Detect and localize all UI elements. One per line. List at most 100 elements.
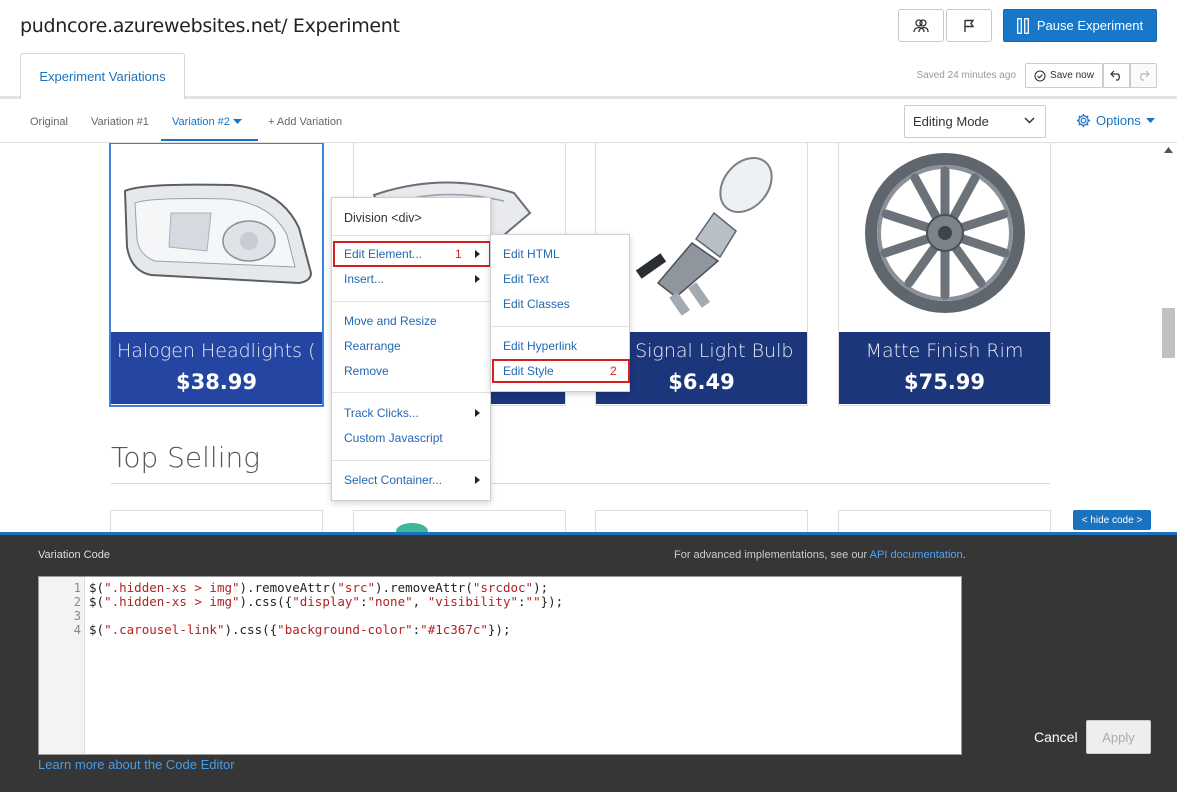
section-title: Top Selling bbox=[111, 441, 261, 474]
product-card[interactable]: Matte Finish Rim $75.99 bbox=[838, 143, 1051, 406]
line-number: 4 bbox=[73, 623, 81, 637]
page-title: pudncore.azurewebsites.net/ Experiment bbox=[20, 15, 400, 37]
saved-status: Saved 24 minutes ago bbox=[916, 70, 1016, 81]
hide-code-button[interactable]: < hide code > bbox=[1073, 510, 1151, 530]
tab-experiment-variations[interactable]: Experiment Variations bbox=[20, 53, 185, 99]
menu-item-insert[interactable]: Insert... bbox=[332, 269, 490, 289]
redo-button[interactable] bbox=[1130, 63, 1157, 88]
api-documentation-link[interactable]: API documentation bbox=[870, 549, 963, 561]
menu-item-track-clicks[interactable]: Track Clicks... bbox=[332, 403, 490, 423]
goals-button[interactable] bbox=[946, 9, 992, 42]
undo-button[interactable] bbox=[1103, 63, 1130, 88]
menu-divider bbox=[332, 460, 490, 461]
menu-item-label: Edit Classes bbox=[503, 297, 570, 311]
highlight-box bbox=[333, 241, 491, 267]
line-gutter: 1 2 3 4 bbox=[39, 577, 85, 754]
product-price: $75.99 bbox=[903, 370, 986, 394]
menu-item-label: Move and Resize bbox=[344, 314, 437, 328]
code-editor[interactable]: 1 2 3 4 $(".hidden-xs > img").removeAttr… bbox=[38, 576, 962, 755]
undo-icon bbox=[1110, 70, 1120, 81]
scroll-up-icon[interactable] bbox=[1164, 147, 1173, 153]
code-line: $(".hidden-xs > img").removeAttr("src").… bbox=[89, 580, 549, 595]
add-variation-link[interactable]: + Add Variation bbox=[268, 116, 342, 128]
variation-bar: Original Variation #1 Variation #2 + Add… bbox=[0, 99, 1177, 143]
product-label: Halogen Headlights (... $38.99 bbox=[111, 332, 322, 404]
advanced-suffix: . bbox=[962, 549, 966, 561]
menu-item-label: Edit Text bbox=[503, 272, 549, 286]
caret-down-icon bbox=[232, 119, 242, 125]
app-window: pudncore.azurewebsites.net/ Experiment P… bbox=[0, 0, 1177, 792]
learn-more-link[interactable]: Learn more about the Code Editor bbox=[38, 757, 235, 772]
menu-item-edit-text[interactable]: Edit Text bbox=[491, 269, 629, 289]
product-name: rn Signal Light Bulb bbox=[609, 340, 794, 362]
chevron-down-icon bbox=[1024, 117, 1035, 124]
submenu-arrow-icon bbox=[475, 476, 480, 484]
context-menu: Division <div> Edit Element... Insert...… bbox=[331, 197, 491, 501]
menu-item-remove[interactable]: Remove bbox=[332, 361, 490, 381]
advanced-note: For advanced implementations, see our AP… bbox=[674, 549, 966, 561]
code-line: $(".carousel-link").css({"background-col… bbox=[89, 622, 511, 637]
caret-down-icon bbox=[1145, 117, 1155, 123]
menu-item-select-container[interactable]: Select Container... bbox=[332, 470, 490, 490]
edit-element-submenu: Edit HTML Edit Text Edit Classes Edit Hy… bbox=[490, 234, 630, 392]
options-label: Options bbox=[1096, 113, 1141, 128]
variation-tab-2-label: Variation #2 bbox=[172, 116, 230, 128]
advanced-text: For advanced implementations, see our bbox=[674, 549, 868, 561]
menu-item-label: Edit HTML bbox=[503, 247, 560, 261]
pause-label: Pause Experiment bbox=[1036, 18, 1144, 33]
menu-item-label: Track Clicks... bbox=[344, 406, 419, 420]
menu-divider bbox=[332, 301, 490, 302]
product-price: $38.99 bbox=[175, 370, 258, 394]
menu-item-label: Rearrange bbox=[344, 339, 401, 353]
menu-divider bbox=[491, 326, 629, 327]
line-number: 1 bbox=[73, 581, 81, 595]
menu-item-custom-javascript[interactable]: Custom Javascript bbox=[332, 428, 490, 448]
menu-item-move-resize[interactable]: Move and Resize bbox=[332, 311, 490, 331]
code-line: $(".hidden-xs > img").css({"display":"no… bbox=[89, 594, 564, 609]
menu-item-label: Custom Javascript bbox=[344, 431, 443, 445]
redo-icon bbox=[1140, 70, 1150, 81]
mode-select-value: Editing Mode bbox=[913, 114, 989, 129]
save-now-label: Save now bbox=[1050, 70, 1094, 81]
pause-experiment-button[interactable]: Pause Experiment bbox=[1003, 9, 1157, 42]
variation-tab-2[interactable]: Variation #2 bbox=[172, 116, 242, 128]
menu-item-label: Select Container... bbox=[344, 473, 443, 487]
scrollbar-thumb[interactable] bbox=[1162, 308, 1175, 358]
context-menu-heading: Division <div> bbox=[344, 211, 422, 225]
pause-icon bbox=[1016, 17, 1029, 34]
product-name: Halogen Headlights (... bbox=[117, 340, 316, 362]
step-marker: 1 bbox=[455, 247, 462, 261]
submenu-arrow-icon bbox=[475, 275, 480, 283]
gear-icon bbox=[1076, 113, 1091, 128]
menu-item-rearrange[interactable]: Rearrange bbox=[332, 336, 490, 356]
step-marker: 2 bbox=[610, 364, 617, 378]
apply-button[interactable]: Apply bbox=[1086, 720, 1151, 754]
mode-select[interactable]: Editing Mode bbox=[904, 105, 1046, 138]
line-number: 3 bbox=[73, 609, 81, 623]
product-card[interactable]: Halogen Headlights (... $38.99 bbox=[109, 143, 324, 407]
menu-item-label: Edit Hyperlink bbox=[503, 339, 578, 353]
product-label: Matte Finish Rim $75.99 bbox=[839, 332, 1050, 404]
section-divider bbox=[111, 483, 1050, 484]
audience-button[interactable] bbox=[898, 9, 944, 42]
save-now-button[interactable]: Save now bbox=[1025, 63, 1103, 88]
product-name: Matte Finish Rim bbox=[865, 340, 1024, 362]
check-circle-icon bbox=[1034, 69, 1046, 82]
menu-item-edit-classes[interactable]: Edit Classes bbox=[491, 294, 629, 314]
flag-icon bbox=[964, 19, 975, 32]
options-menu[interactable]: Options bbox=[1076, 113, 1155, 128]
users-icon bbox=[913, 18, 929, 32]
variation-code-label: Variation Code bbox=[38, 549, 110, 561]
menu-item-edit-html[interactable]: Edit HTML bbox=[491, 244, 629, 264]
variation-tab-original[interactable]: Original bbox=[30, 116, 68, 128]
code-panel: Variation Code For advanced implementati… bbox=[0, 532, 1177, 792]
menu-item-label: Remove bbox=[344, 364, 389, 378]
menu-divider bbox=[332, 235, 490, 236]
active-tab-underline bbox=[161, 139, 258, 141]
menu-item-edit-hyperlink[interactable]: Edit Hyperlink bbox=[491, 336, 629, 356]
line-number: 2 bbox=[73, 595, 81, 609]
submenu-arrow-icon bbox=[475, 409, 480, 417]
variation-tab-1[interactable]: Variation #1 bbox=[91, 116, 149, 128]
cancel-button[interactable]: Cancel bbox=[1034, 729, 1078, 745]
headlight-image bbox=[123, 183, 313, 285]
